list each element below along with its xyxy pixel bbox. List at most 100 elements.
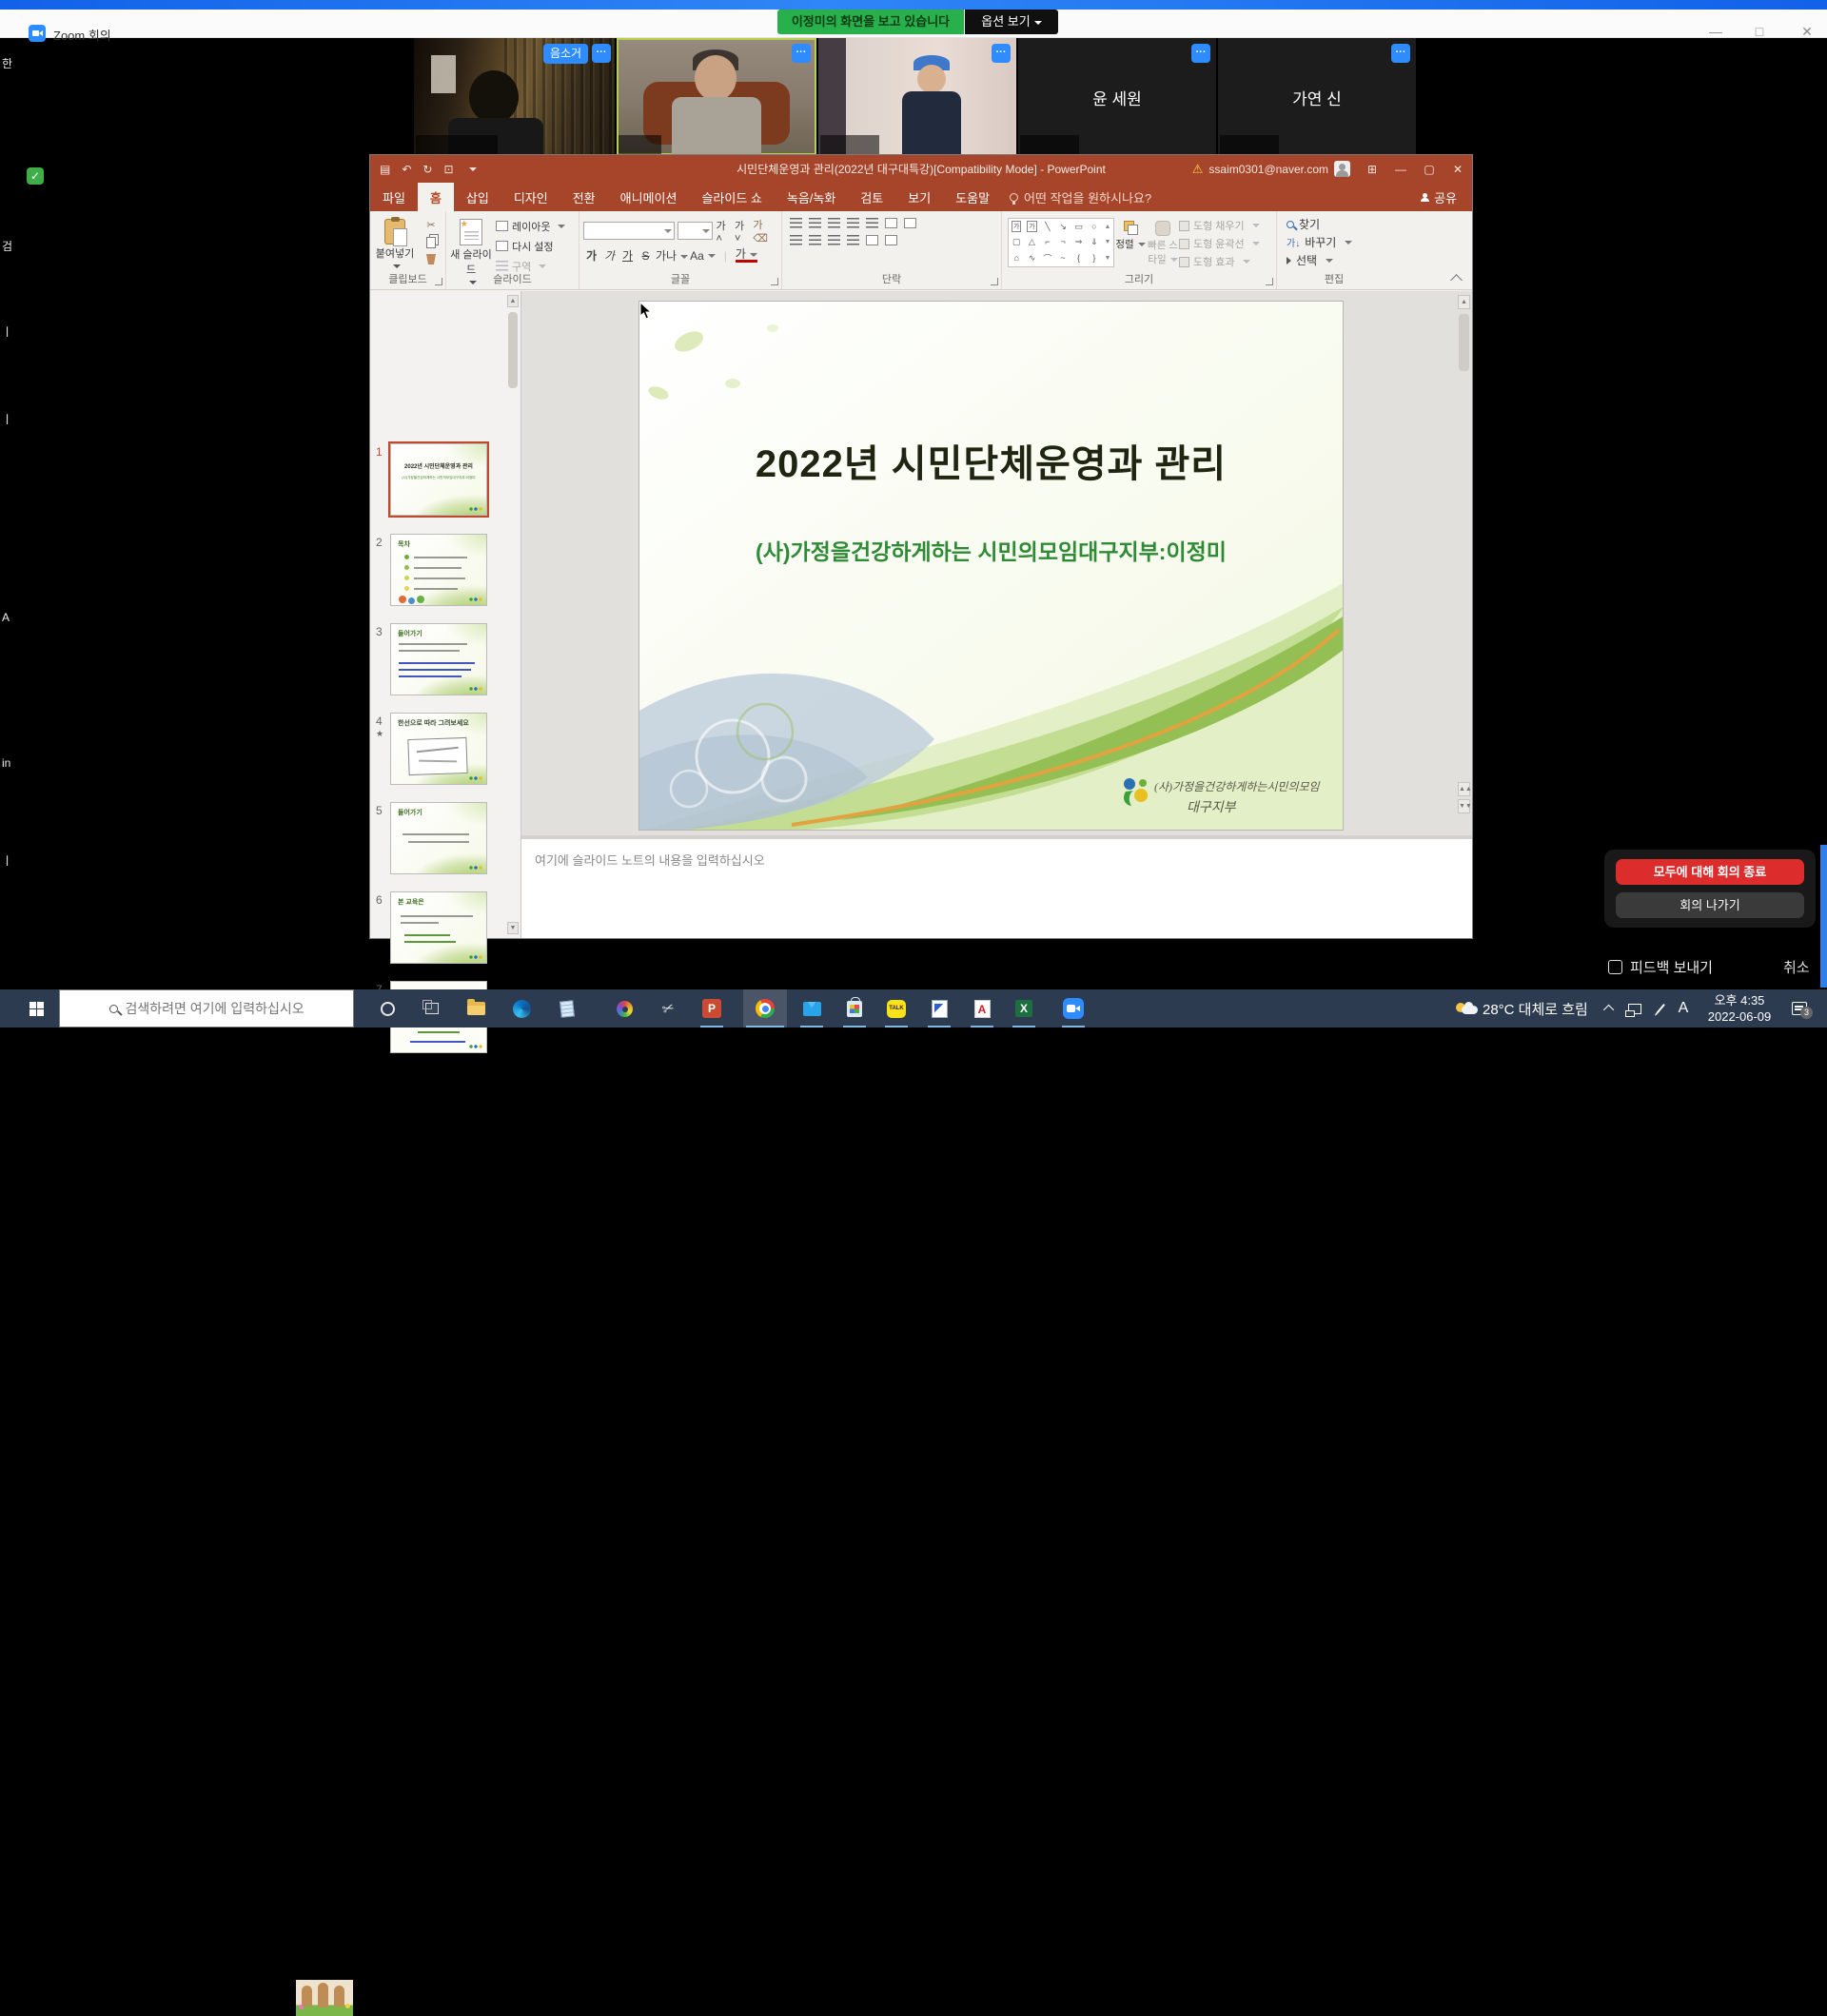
shrink-font-button[interactable]: 가˅ xyxy=(735,218,750,245)
oval-shape-icon[interactable]: ○ xyxy=(1091,222,1096,231)
shapes-gallery[interactable]: 가 가 ╲ ↘ ▭ ○ ▲ ▢ △ ⌐ ¬ ⇒ ⇓ ▼ ⌂ ∿ ⌒ ~ { } xyxy=(1008,218,1114,267)
curve-shape-icon[interactable]: ~ xyxy=(1061,253,1066,263)
tab-view[interactable]: 보기 xyxy=(895,183,943,211)
smartart-convert-icon[interactable] xyxy=(885,235,897,245)
ribbon-display-options-icon[interactable]: ⊞ xyxy=(1358,163,1386,176)
powerpoint-taskbar-button[interactable]: P xyxy=(691,989,733,1028)
scroll-up-icon[interactable]: ▲ xyxy=(1458,295,1470,309)
more-options-icon[interactable]: ··· xyxy=(1391,44,1410,63)
task-view-button[interactable] xyxy=(416,989,448,1028)
snipping-tool-button[interactable]: ✂ xyxy=(647,989,689,1028)
layout-button[interactable]: 레이아웃 xyxy=(496,217,565,235)
gallery-down-icon[interactable]: ▼ xyxy=(1105,239,1111,245)
freeform-shape-icon[interactable]: ⌂ xyxy=(1013,253,1018,263)
kakaotalk-button[interactable]: TALK xyxy=(875,989,917,1028)
vertical-textbox-shape-icon[interactable]: 가 xyxy=(1027,221,1036,232)
dialog-launcher-icon[interactable] xyxy=(1266,278,1273,285)
font-size-combobox[interactable] xyxy=(678,222,714,240)
more-options-icon[interactable]: ··· xyxy=(1191,44,1210,63)
clear-formatting-button[interactable]: 가⌫ xyxy=(753,217,777,245)
arrange-button[interactable]: 정렬 xyxy=(1114,215,1147,251)
bullets-icon[interactable] xyxy=(790,218,802,228)
copy-icon[interactable] xyxy=(426,237,436,248)
textbox-shape-icon[interactable]: 가 xyxy=(1012,221,1021,232)
notes-pane[interactable]: 여기에 슬라이드 노트의 내용을 입력하십시오 xyxy=(521,835,1472,938)
change-case-button[interactable]: Aa xyxy=(690,249,716,263)
zoom-taskbar-button[interactable] xyxy=(1052,989,1094,1028)
grow-font-button[interactable]: 가˄ xyxy=(716,218,731,245)
tab-insert[interactable]: 삽입 xyxy=(454,183,501,211)
leave-meeting-button[interactable]: 회의 나가기 xyxy=(1616,892,1804,918)
numbering-icon[interactable] xyxy=(809,218,821,228)
tell-me-box[interactable]: 어떤 작업을 원하시나요? xyxy=(1002,183,1151,211)
increase-indent-icon[interactable] xyxy=(847,218,859,228)
start-button[interactable] xyxy=(17,989,55,1028)
slide-editor-area[interactable]: 2022년 시민단체운영과 관리 (사)가정을건강하게하는 시민의모임대구지부:… xyxy=(521,291,1472,835)
line-shape-icon[interactable]: ╲ xyxy=(1045,222,1050,232)
weather-text[interactable]: 28°C 대체로 흐림 xyxy=(1483,989,1588,1028)
elbow-shape-icon[interactable]: ⌐ xyxy=(1045,237,1050,246)
elbow2-shape-icon[interactable]: ¬ xyxy=(1061,237,1066,246)
find-button[interactable]: 찾기 xyxy=(1277,215,1391,233)
notepad-button[interactable] xyxy=(546,989,588,1028)
down-arrow-shape-icon[interactable]: ⇓ xyxy=(1090,237,1098,247)
action-center-button[interactable]: 3 xyxy=(1785,989,1814,1028)
maximize-icon[interactable]: □ xyxy=(1745,21,1774,42)
clock[interactable]: 오후 4:35 2022-06-09 xyxy=(1701,989,1778,1028)
weather-button[interactable] xyxy=(1454,989,1481,1028)
font-name-combobox[interactable] xyxy=(583,222,675,240)
avatar[interactable] xyxy=(1334,161,1350,177)
close-icon[interactable]: ✕ xyxy=(1793,21,1821,42)
scroll-down-icon[interactable]: ▼ xyxy=(507,922,519,934)
next-slide-icon[interactable]: ▼▼ xyxy=(1458,799,1470,813)
minimize-icon[interactable]: — xyxy=(1701,21,1730,42)
right-arrow-shape-icon[interactable]: ⇒ xyxy=(1075,237,1083,247)
underline-button[interactable]: 가 xyxy=(619,247,636,264)
rounded-rect-shape-icon[interactable]: ▢ xyxy=(1012,237,1021,247)
slide-canvas[interactable]: 2022년 시민단체운영과 관리 (사)가정을건강하게하는 시민의모임대구지부:… xyxy=(638,301,1344,831)
tab-transitions[interactable]: 전환 xyxy=(560,183,608,211)
align-center-icon[interactable] xyxy=(809,235,821,245)
select-button[interactable]: 선택 xyxy=(1277,251,1391,269)
rectangle-shape-icon[interactable]: ▭ xyxy=(1074,222,1083,232)
hancom-button[interactable] xyxy=(918,989,960,1028)
format-painter-icon[interactable] xyxy=(426,254,436,264)
strikethrough-button[interactable]: S xyxy=(638,249,654,263)
arc-shape-icon[interactable]: ⌒ xyxy=(1043,252,1051,264)
tab-slideshow[interactable]: 슬라이드 쇼 xyxy=(689,183,774,211)
acrobat-button[interactable]: A xyxy=(961,989,1003,1028)
tab-home[interactable]: 홈 xyxy=(418,183,454,211)
slide-thumbnail-5[interactable]: 들어가기 xyxy=(390,802,487,874)
taskbar-search[interactable] xyxy=(59,989,354,1028)
scrollbar-thumb[interactable] xyxy=(1459,314,1469,371)
shape-effects-button[interactable]: 도형 효과 xyxy=(1179,254,1260,269)
slide-thumbnail-1[interactable]: 2022년 시민단체운영과 관리 (사)가정을건강하게하는 시민의모임대구지부:… xyxy=(390,443,487,516)
paint-button[interactable] xyxy=(603,989,645,1028)
decrease-indent-icon[interactable] xyxy=(828,218,840,228)
dialog-launcher-icon[interactable] xyxy=(771,278,778,285)
replace-button[interactable]: 가↓바꾸기 xyxy=(1277,233,1391,251)
view-options-button[interactable]: 옵션 보기 xyxy=(965,10,1058,34)
edge-button[interactable] xyxy=(501,989,542,1028)
align-left-icon[interactable] xyxy=(790,235,802,245)
previous-slide-icon[interactable]: ▲▲ xyxy=(1458,782,1470,796)
triangle-shape-icon[interactable]: △ xyxy=(1029,237,1035,247)
powerpoint-titlebar[interactable]: ▤ ↶ ↻ ⊡ 시민단체운영과 관리(2022년 대구대특강)[Compatib… xyxy=(370,155,1472,183)
text-direction-icon[interactable] xyxy=(885,218,897,228)
shape-fill-button[interactable]: 도형 채우기 xyxy=(1179,218,1260,233)
feedback-checkbox[interactable] xyxy=(1608,960,1622,974)
editor-scrollbar[interactable]: ▲ ▲▲ ▼▼ xyxy=(1458,295,1470,832)
cancel-link[interactable]: 취소 xyxy=(1783,957,1810,977)
collapse-ribbon-icon[interactable] xyxy=(1450,274,1463,286)
minimize-icon[interactable]: — xyxy=(1386,163,1415,176)
mail-button[interactable] xyxy=(791,989,833,1028)
more-options-icon[interactable]: ··· xyxy=(792,44,811,63)
line-spacing-icon[interactable] xyxy=(866,218,878,228)
restore-icon[interactable]: ▢ xyxy=(1415,163,1444,176)
save-icon[interactable]: ▤ xyxy=(380,163,390,176)
slide-title[interactable]: 2022년 시민단체운영과 관리 xyxy=(639,433,1343,488)
slide-thumbnail-6[interactable]: 본 교육은 xyxy=(390,891,487,964)
justify-icon[interactable] xyxy=(847,235,859,245)
gallery-more-icon[interactable]: ▼ xyxy=(1105,255,1111,262)
thumbnail-scrollbar[interactable]: ▲ ▼ xyxy=(507,295,519,934)
